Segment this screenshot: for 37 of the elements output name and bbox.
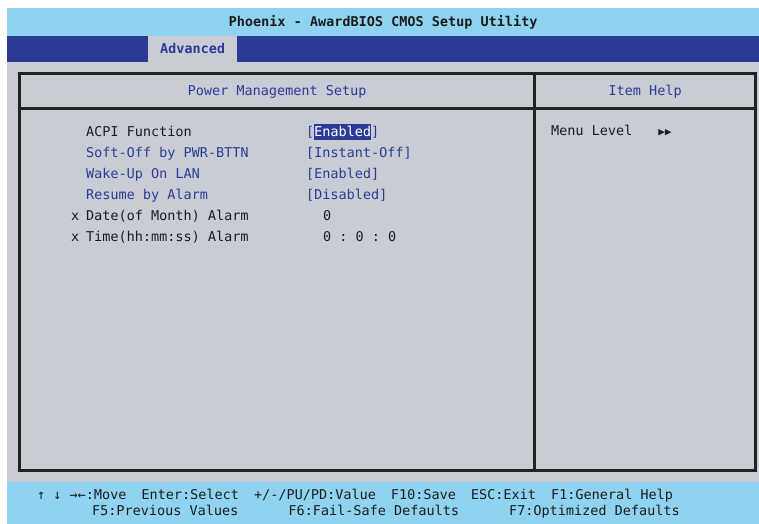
setting-value[interactable]: 0	[323, 208, 332, 224]
setting-value[interactable]: Enabled	[314, 166, 372, 182]
bracket: ]	[371, 166, 380, 182]
key-hint: F10:Save	[390, 487, 456, 503]
setting-label[interactable]: Date(of Month) Alarm	[86, 208, 306, 224]
key-hint: F1:General Help	[550, 487, 673, 503]
bracket: ]	[371, 124, 380, 140]
panel-title: Power Management Setup	[188, 83, 366, 99]
menu-level-label: Menu Level	[551, 123, 632, 139]
locked-marker: x	[71, 229, 80, 245]
locked-marker: x	[71, 208, 80, 224]
key-hint: ESC:Exit	[470, 487, 536, 503]
key-hint: ↑ ↓ →←:Move	[37, 487, 126, 503]
menu-level-icon: ▶▶	[658, 123, 672, 139]
bracket: [	[306, 187, 314, 203]
key-hint: F7:Optimized Defaults	[509, 503, 680, 519]
tab[interactable]: Advanced	[148, 36, 238, 62]
setting-label[interactable]: Time(hh:mm:ss) Alarm	[86, 229, 306, 245]
setting-label[interactable]: Soft-Off by PWR-BTTN	[86, 145, 306, 161]
panel-title: Item Help	[608, 83, 682, 99]
window-title: Phoenix - AwardBIOS CMOS Setup Utility	[228, 14, 538, 30]
key-hint: F5:Previous Values	[92, 503, 238, 519]
setting-value[interactable]: 0 : 0 : 0	[323, 229, 396, 245]
setting-value[interactable]: Disabled	[314, 187, 380, 203]
setting-value[interactable]: Instant-Off	[314, 145, 404, 161]
setting-label[interactable]: Wake-Up On LAN	[86, 166, 306, 182]
bracket: ]	[404, 145, 412, 161]
bracket: ]	[379, 187, 388, 203]
key-hint: Enter:Select	[141, 487, 239, 503]
key-hint: F6:Fail-Safe Defaults	[288, 503, 459, 519]
bracket: [	[306, 166, 314, 182]
bracket: [	[306, 124, 314, 140]
bracket: [	[306, 145, 314, 161]
key-hint: +/-/PU/PD:Value	[254, 487, 376, 503]
setting-label[interactable]: Resume by Alarm	[86, 187, 306, 203]
setting-label[interactable]: ACPI Function	[86, 124, 306, 140]
setting-value[interactable]: Enabled	[314, 124, 372, 140]
